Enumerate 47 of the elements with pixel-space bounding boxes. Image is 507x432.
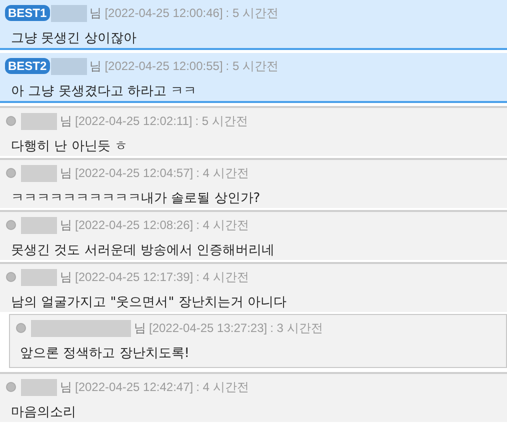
bullet-icon xyxy=(6,382,16,392)
time-ago: : 3 시간전 xyxy=(270,320,323,336)
bullet-icon xyxy=(6,272,16,282)
time-ago: : 5 시간전 xyxy=(226,4,278,22)
author-suffix: 님 xyxy=(134,320,146,336)
comment-date: [2022-04-25 12:08:26] xyxy=(75,218,194,232)
best-badge: BEST1 xyxy=(5,5,50,21)
time-ago: : 4 시간전 xyxy=(196,216,249,234)
comment-text: 그냥 못생긴 상이잖아 xyxy=(10,30,138,47)
redacted-name xyxy=(50,58,87,74)
comment-text: 앞으론 정색하고 장난치도록! xyxy=(19,345,190,362)
comment-text: 남의 얼굴가지고 "웃으면서" 장난치는거 아니다 xyxy=(10,294,288,311)
author-suffix: 님 xyxy=(90,58,102,74)
comment-date: [2022-04-25 12:00:55] xyxy=(104,59,223,73)
redacted-name xyxy=(21,112,57,130)
author-suffix: 님 xyxy=(60,268,72,286)
comment-date: [2022-04-25 12:17:39] xyxy=(75,270,194,284)
comment-date: [2022-04-25 12:02:11] xyxy=(75,114,192,128)
author-suffix: 님 xyxy=(90,4,102,22)
author-suffix: 님 xyxy=(60,164,72,182)
redacted-name xyxy=(21,378,57,396)
redacted-name xyxy=(50,4,87,22)
redacted-name xyxy=(21,268,57,286)
comment-date: [2022-04-25 12:04:57] xyxy=(75,166,194,180)
time-ago: : 5 시간전 xyxy=(195,112,248,130)
time-ago: : 4 시간전 xyxy=(196,268,249,286)
bullet-icon xyxy=(16,323,26,333)
redacted-name xyxy=(21,216,57,234)
best-badge: BEST2 xyxy=(5,58,50,74)
time-ago: : 4 시간전 xyxy=(196,164,249,182)
comment-text: 아 그냥 못생겼다고 하라고 ㅋㅋ xyxy=(10,83,198,100)
author-suffix: 님 xyxy=(60,112,72,130)
author-suffix: 님 xyxy=(60,216,72,234)
bullet-icon xyxy=(6,116,16,126)
bullet-icon xyxy=(6,168,16,178)
comment-date: [2022-04-25 12:00:46] xyxy=(104,6,223,20)
time-ago: : 5 시간전 xyxy=(226,58,278,74)
comment-text: 마음의소리 xyxy=(10,404,77,421)
time-ago: : 4 시간전 xyxy=(196,378,249,396)
redacted-name xyxy=(21,164,57,182)
comment-text: 못생긴 것도 서러운데 방송에서 인증해버리네 xyxy=(10,242,276,259)
comment-date: [2022-04-25 13:27:23] xyxy=(149,321,268,335)
comment-text: ㅋㅋㅋㅋㅋㅋㅋㅋㅋㅋ내가 솔로될 상인가? xyxy=(10,190,262,207)
author-suffix: 님 xyxy=(60,378,72,396)
bullet-icon xyxy=(6,220,16,230)
comment-date: [2022-04-25 12:42:47] xyxy=(75,380,194,394)
comment-text: 다행히 난 아닌듯 ㅎ xyxy=(10,138,128,155)
